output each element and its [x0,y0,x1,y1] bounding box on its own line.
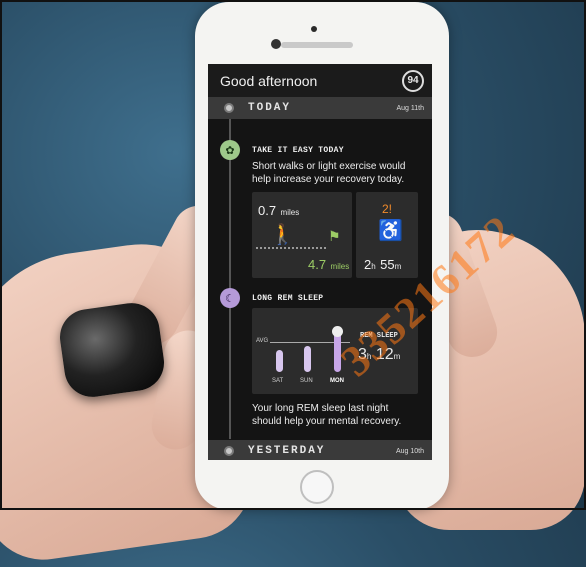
recovery-text-1: Short walks or light exercise would [252,161,406,172]
day-sun: SUN [300,378,313,384]
sleep-bar-sat [276,350,283,372]
smart-ring [56,299,168,401]
front-camera [271,39,281,49]
recovery-text-2: help increase your recovery today. [252,174,405,185]
leaf-icon: ✿ [220,140,240,160]
moon-icon: ☾ [220,288,240,308]
walk-goal-value: 4.7 [308,257,327,272]
earpiece [281,42,353,48]
day-label: YESTERDAY [248,445,326,457]
app-screen: Good afternoon 94 TODAY Aug 11th ✿ TAKE … [208,64,432,460]
avg-label: AVG [256,338,269,344]
day-header-yesterday[interactable]: YESTERDAY Aug 10th [208,440,432,460]
readiness-score-badge[interactable]: 94 [402,69,424,92]
sleep-bar-sun [304,346,311,372]
sit-alert: 2! [382,202,393,216]
walk-done-value: 0.7 [258,203,277,218]
greeting: Good afternoon [220,72,318,89]
phone: Good afternoon 94 TODAY Aug 11th ✿ TAKE … [195,2,449,510]
walker-icon: 🚶 [270,224,295,246]
walk-progress-dotted-line [256,247,326,249]
sleep-text-1: Your long REM sleep last night [252,403,389,414]
day-sat: SAT [272,378,284,384]
sensor-dot [311,26,317,32]
walk-card[interactable]: 0.7 miles 🚶 ⚑ 4.7 miles [252,192,352,278]
sit-minutes: 55 [380,257,395,272]
sit-hours-unit: h [371,262,376,271]
sitting-card[interactable]: 2! ♿ 2h 55m [356,192,418,278]
sitting-person-icon: ♿ [378,220,403,242]
home-button[interactable] [300,470,334,504]
timeline-dot-icon [224,446,234,456]
day-label: TODAY [248,102,292,114]
day-header-today[interactable]: TODAY Aug 11th [208,97,432,119]
timeline-dot-icon [224,103,234,113]
walk-done-unit: miles [280,208,300,217]
walk-goal-unit: miles [330,262,350,271]
app-header: Good afternoon 94 [208,64,432,97]
sleep-title: LONG REM SLEEP [252,294,324,303]
goal-flag-icon: ⚑ [328,228,341,244]
timeline-line [229,119,231,439]
mon-peak-dot-icon [332,326,343,337]
day-date: Aug 11th [396,104,424,112]
sleep-text-2: should help your mental recovery. [252,416,402,427]
day-date: Aug 10th [395,447,424,455]
sit-minutes-unit: m [394,262,402,271]
recovery-title: TAKE IT EASY TODAY [252,146,344,155]
day-mon: MON [330,378,344,384]
